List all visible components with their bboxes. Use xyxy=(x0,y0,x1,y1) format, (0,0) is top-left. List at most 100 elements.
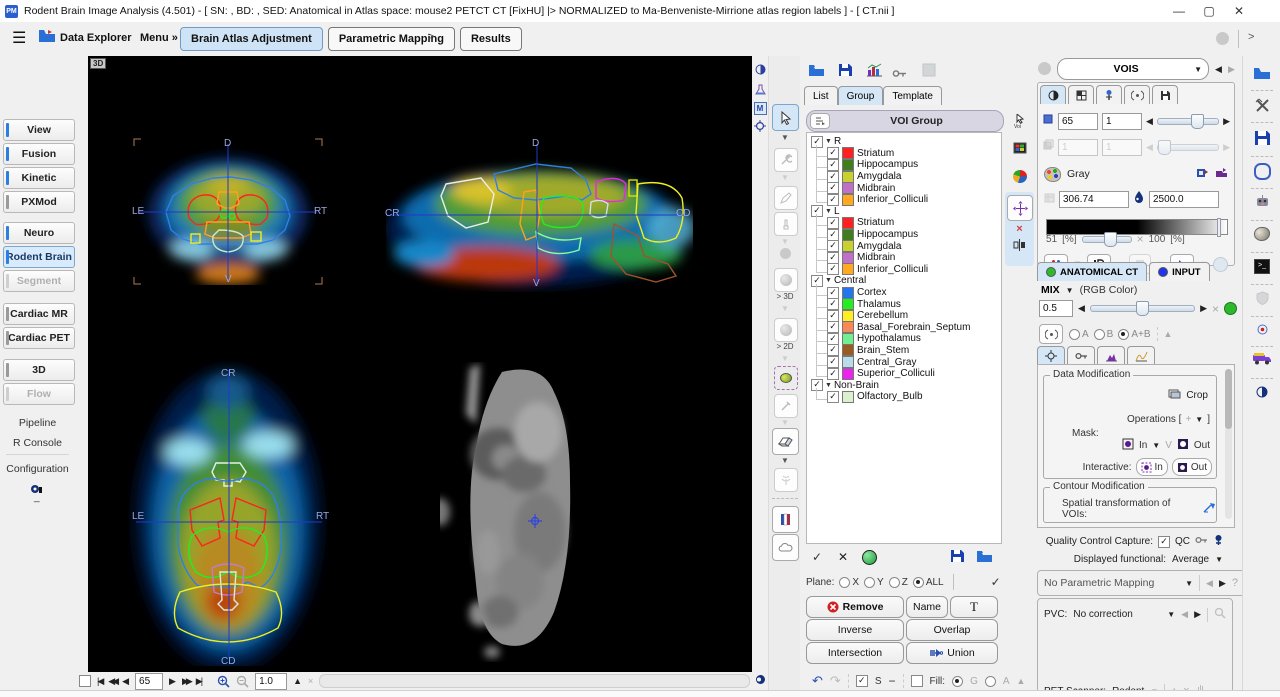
save-disk-icon[interactable] xyxy=(1243,130,1280,146)
surface-sphere-icon[interactable] xyxy=(1243,227,1280,241)
image-viewport-area[interactable]: 3D xyxy=(88,56,752,672)
sidebar-item-pxmod[interactable]: PXMod xyxy=(3,191,75,213)
eraser-dropdown[interactable]: ▼ xyxy=(769,456,801,465)
sagittal-slice-view[interactable] xyxy=(386,136,693,292)
panel-collapse-icon[interactable] xyxy=(1038,62,1051,75)
pvc-value[interactable]: No correction xyxy=(1073,609,1161,620)
data-explorer-icon[interactable] xyxy=(38,29,56,48)
crop-label[interactable]: Crop xyxy=(1186,390,1208,401)
fill-a-radio[interactable] xyxy=(985,676,996,687)
displayed-functional-dropdown[interactable]: ▼ xyxy=(1215,555,1223,564)
voi-checkbox[interactable]: ✓ xyxy=(827,171,839,183)
voi-item-row[interactable]: ✓Hypothalamus xyxy=(811,333,1001,345)
voi-load-bottom-icon[interactable] xyxy=(976,550,993,568)
voi-tree[interactable]: ✓▼R✓Striatum✓Hippocampus✓Amygdala✓Midbra… xyxy=(806,132,1002,544)
voi-checkbox[interactable]: ✓ xyxy=(827,217,839,229)
voi-cancel-icon[interactable]: × xyxy=(1005,223,1034,235)
voi-save-bottom-icon[interactable] xyxy=(950,549,964,568)
voi-color-swatch[interactable] xyxy=(842,310,854,322)
sidebar-item-configuration[interactable]: Configuration xyxy=(0,463,75,475)
hotspot-target-icon[interactable] xyxy=(1243,323,1280,336)
tab-curve[interactable] xyxy=(1127,346,1155,365)
data-explorer-label[interactable]: Data Explorer xyxy=(60,32,132,44)
voi-move-tool-button[interactable] xyxy=(1007,195,1033,221)
vois-selector[interactable]: VOIS ▼ xyxy=(1057,58,1209,80)
parametric-next[interactable]: ▶ xyxy=(1219,578,1226,589)
plane-option-all[interactable]: ALL xyxy=(913,577,944,588)
colormap-value[interactable]: Gray xyxy=(1067,168,1190,180)
slice-right-arrow[interactable]: ▶ xyxy=(1223,116,1230,127)
tab-overflow-chevron[interactable]: > xyxy=(428,31,434,43)
voi-color-swatch[interactable] xyxy=(842,391,854,403)
union-button[interactable]: Union xyxy=(906,642,998,664)
voi-color-swatch[interactable] xyxy=(842,368,854,380)
voi-color-swatch[interactable] xyxy=(842,147,854,159)
sidebar-item-rodent-brain[interactable]: Rodent Brain xyxy=(3,246,75,268)
voi-color-swatch[interactable] xyxy=(842,182,854,194)
voi-item-row[interactable]: ✓Inferior_Colliculi xyxy=(811,194,1001,206)
voi-color-swatch[interactable] xyxy=(842,298,854,310)
ab-option-aplusb[interactable]: A+B xyxy=(1118,329,1150,340)
mask-out-icon[interactable] xyxy=(1177,438,1189,453)
voi-checkbox[interactable]: ✓ xyxy=(827,333,839,345)
voi-checkbox[interactable]: ✓ xyxy=(827,147,839,159)
m-mode-icon[interactable]: M xyxy=(752,102,768,115)
voi-checkbox[interactable]: ✓ xyxy=(827,356,839,368)
axial-slice-view[interactable] xyxy=(128,360,328,666)
toolbar-overflow-chevron[interactable]: > xyxy=(1248,31,1254,43)
voi-cancel-list-icon[interactable]: ✕ xyxy=(838,550,848,564)
voi-statistics-chart-icon[interactable] xyxy=(866,63,883,82)
operations-plus[interactable]: + xyxy=(1185,414,1191,425)
voi-color-swatch[interactable] xyxy=(842,287,854,299)
interactive-in-button[interactable]: In xyxy=(1136,458,1168,476)
voi-checkbox[interactable]: ✓ xyxy=(827,194,839,206)
voi-checkbox[interactable]: ✓ xyxy=(827,298,839,310)
plane-option-x[interactable]: X xyxy=(839,577,859,588)
voi-item-row[interactable]: ✓Cerebellum xyxy=(811,310,1001,322)
sync-checkbox[interactable] xyxy=(79,675,91,687)
delete-cross-icon[interactable] xyxy=(1243,98,1280,113)
voi-checkbox[interactable]: ✓ xyxy=(827,321,839,333)
voi-color-swatch[interactable] xyxy=(842,356,854,368)
voi-group-menu-icon[interactable] xyxy=(810,113,830,129)
eraser-tool-button[interactable] xyxy=(772,428,799,455)
window-max-input[interactable]: 2500.0 xyxy=(1149,191,1219,208)
voi-mirror-icon[interactable] xyxy=(1005,239,1034,251)
spatial-transform-icon[interactable] xyxy=(1203,502,1216,516)
close-button[interactable]: ✕ xyxy=(1224,1,1254,22)
voi-tab-template[interactable]: Template xyxy=(883,86,942,105)
pointer-tool-button[interactable] xyxy=(772,104,799,131)
slice-number-input[interactable]: 65 xyxy=(135,673,163,690)
tab-voi-tools[interactable] xyxy=(1037,346,1065,365)
voi-key-icon[interactable] xyxy=(892,65,907,83)
displayed-functional-value[interactable]: Average xyxy=(1172,554,1209,565)
load-folder-icon[interactable] xyxy=(1243,66,1280,80)
gradient-upper-cursor[interactable] xyxy=(1217,218,1221,237)
voi-item-row[interactable]: ✓Midbrain xyxy=(811,252,1001,264)
text-button[interactable]: T xyxy=(950,596,998,618)
voi-color-swatch[interactable] xyxy=(842,159,854,171)
auto-contour-tool-button[interactable] xyxy=(774,366,798,390)
colormap-gradient-bar[interactable] xyxy=(1046,219,1228,235)
tab-pin[interactable] xyxy=(1096,85,1122,104)
atlas-book-button[interactable] xyxy=(772,506,799,533)
voi-group-row[interactable]: ✓▼Non-Brain xyxy=(811,379,1001,391)
fusion-mode-button[interactable] xyxy=(1039,324,1063,344)
page-tab[interactable]: Parametric Mapping xyxy=(328,27,455,51)
fill-checkbox[interactable] xyxy=(911,675,923,687)
pvc-next[interactable]: ▶ xyxy=(1194,609,1201,620)
qc-capture-icon[interactable] xyxy=(1213,534,1224,549)
sidebar-item-kinetic[interactable]: Kinetic xyxy=(3,167,75,189)
mix-left-arrow[interactable]: ◀ xyxy=(1078,303,1085,314)
remove-button[interactable]: Remove xyxy=(806,596,904,618)
voi-pointer-icon[interactable]: Voi xyxy=(1004,114,1035,129)
voi-item-row[interactable]: ✓Cortex xyxy=(811,287,1001,299)
flask-icon[interactable] xyxy=(752,84,768,96)
rp-step-input[interactable]: 1 xyxy=(1102,113,1142,130)
ab-option-a[interactable]: A xyxy=(1069,329,1089,340)
name-button[interactable]: Name xyxy=(906,596,948,618)
sidebar-item-pipeline[interactable]: Pipeline xyxy=(0,417,75,429)
mix-right-arrow[interactable]: ▶ xyxy=(1200,303,1207,314)
mask-out-label[interactable]: Out xyxy=(1194,440,1210,451)
mix-value-input[interactable]: 0.5 xyxy=(1039,300,1073,317)
